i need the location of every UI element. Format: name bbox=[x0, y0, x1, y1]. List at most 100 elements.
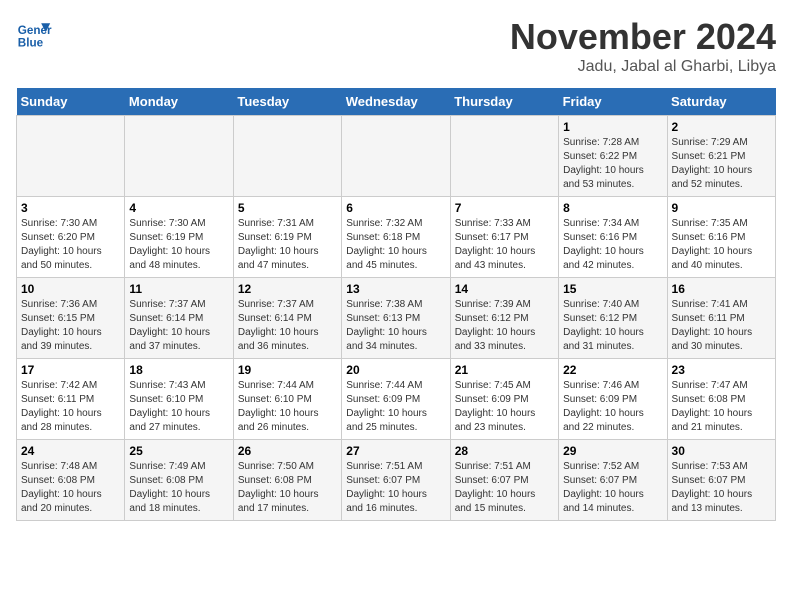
weekday-header: Wednesday bbox=[342, 88, 450, 116]
day-info: Sunrise: 7:47 AMSunset: 6:08 PMDaylight:… bbox=[672, 379, 771, 435]
day-info: Sunrise: 7:39 AMSunset: 6:12 PMDaylight:… bbox=[455, 298, 554, 354]
day-number: 3 bbox=[21, 201, 120, 215]
day-info: Sunrise: 7:41 AMSunset: 6:11 PMDaylight:… bbox=[672, 298, 771, 354]
day-number: 8 bbox=[563, 201, 662, 215]
day-number: 6 bbox=[346, 201, 445, 215]
calendar-cell: 10 Sunrise: 7:36 AMSunset: 6:15 PMDayligh… bbox=[17, 278, 125, 359]
calendar-cell: 22Sunrise: 7:46 AMSunset: 6:09 PMDayligh… bbox=[559, 359, 667, 440]
day-number: 1 bbox=[563, 120, 662, 134]
calendar-cell: 14 Sunrise: 7:39 AMSunset: 6:12 PMDayligh… bbox=[450, 278, 558, 359]
day-number: 15 bbox=[563, 282, 662, 296]
day-info: Sunrise: 7:42 AMSunset: 6:11 PMDaylight:… bbox=[21, 379, 120, 435]
day-info: Sunrise: 7:28 AMSunset: 6:22 PMDaylight:… bbox=[563, 136, 662, 192]
day-info: Sunrise: 7:30 AMSunset: 6:20 PMDaylight:… bbox=[21, 217, 120, 273]
weekday-header: Tuesday bbox=[233, 88, 341, 116]
weekday-header: Friday bbox=[559, 88, 667, 116]
calendar-cell: 20 Sunrise: 7:44 AMSunset: 6:09 PMDayligh… bbox=[342, 359, 450, 440]
day-info: Sunrise: 7:44 AMSunset: 6:10 PMDaylight:… bbox=[238, 379, 337, 435]
day-number: 24 bbox=[21, 444, 120, 458]
day-number: 26 bbox=[238, 444, 337, 458]
day-info: Sunrise: 7:49 AMSunset: 6:08 PMDaylight:… bbox=[129, 460, 228, 516]
day-info: Sunrise: 7:50 AMSunset: 6:08 PMDaylight:… bbox=[238, 460, 337, 516]
weekday-header-row: SundayMondayTuesdayWednesdayThursdayFrid… bbox=[17, 88, 776, 116]
calendar-cell: 19 Sunrise: 7:44 AMSunset: 6:10 PMDayligh… bbox=[233, 359, 341, 440]
day-number: 18 bbox=[129, 363, 228, 377]
calendar-cell: 4 Sunrise: 7:30 AMSunset: 6:19 PMDaylight… bbox=[125, 197, 233, 278]
calendar-cell: 21 Sunrise: 7:45 AMSunset: 6:09 PMDayligh… bbox=[450, 359, 558, 440]
calendar-cell: 17 Sunrise: 7:42 AMSunset: 6:11 PMDayligh… bbox=[17, 359, 125, 440]
calendar-cell: 8 Sunrise: 7:34 AMSunset: 6:16 PMDaylight… bbox=[559, 197, 667, 278]
calendar-cell: 2 Sunrise: 7:29 AMSunset: 6:21 PMDaylight… bbox=[667, 116, 775, 197]
day-number: 4 bbox=[129, 201, 228, 215]
calendar-cell: 7 Sunrise: 7:33 AMSunset: 6:17 PMDaylight… bbox=[450, 197, 558, 278]
day-info: Sunrise: 7:45 AMSunset: 6:09 PMDaylight:… bbox=[455, 379, 554, 435]
day-number: 21 bbox=[455, 363, 554, 377]
day-number: 5 bbox=[238, 201, 337, 215]
day-info: Sunrise: 7:34 AMSunset: 6:16 PMDaylight:… bbox=[563, 217, 662, 273]
weekday-header: Sunday bbox=[17, 88, 125, 116]
weekday-header: Thursday bbox=[450, 88, 558, 116]
day-info: Sunrise: 7:51 AMSunset: 6:07 PMDaylight:… bbox=[346, 460, 445, 516]
day-number: 10 bbox=[21, 282, 120, 296]
location-title: Jadu, Jabal al Gharbi, Libya bbox=[510, 58, 776, 76]
calendar-cell: 3 Sunrise: 7:30 AMSunset: 6:20 PMDaylight… bbox=[17, 197, 125, 278]
calendar-cell: 6Sunrise: 7:32 AMSunset: 6:18 PMDaylight… bbox=[342, 197, 450, 278]
calendar-week-row: 10 Sunrise: 7:36 AMSunset: 6:15 PMDayligh… bbox=[17, 278, 776, 359]
day-info: Sunrise: 7:38 AMSunset: 6:13 PMDaylight:… bbox=[346, 298, 445, 354]
month-title: November 2024 bbox=[510, 16, 776, 58]
calendar-cell: 25Sunrise: 7:49 AMSunset: 6:08 PMDayligh… bbox=[125, 440, 233, 521]
day-info: Sunrise: 7:52 AMSunset: 6:07 PMDaylight:… bbox=[563, 460, 662, 516]
page-header: General Blue November 2024 Jadu, Jabal a… bbox=[16, 16, 776, 76]
calendar-cell: 30Sunrise: 7:53 AMSunset: 6:07 PMDayligh… bbox=[667, 440, 775, 521]
day-info: Sunrise: 7:43 AMSunset: 6:10 PMDaylight:… bbox=[129, 379, 228, 435]
calendar-cell: 28 Sunrise: 7:51 AMSunset: 6:07 PMDayligh… bbox=[450, 440, 558, 521]
day-number: 7 bbox=[455, 201, 554, 215]
day-number: 17 bbox=[21, 363, 120, 377]
day-number: 19 bbox=[238, 363, 337, 377]
day-number: 16 bbox=[672, 282, 771, 296]
day-number: 22 bbox=[563, 363, 662, 377]
svg-text:Blue: Blue bbox=[18, 37, 44, 50]
day-info: Sunrise: 7:37 AMSunset: 6:14 PMDaylight:… bbox=[238, 298, 337, 354]
title-area: November 2024 Jadu, Jabal al Gharbi, Lib… bbox=[510, 16, 776, 76]
day-number: 2 bbox=[672, 120, 771, 134]
calendar-week-row: 1 Sunrise: 7:28 AMSunset: 6:22 PMDaylight… bbox=[17, 116, 776, 197]
calendar-cell: 24Sunrise: 7:48 AMSunset: 6:08 PMDayligh… bbox=[17, 440, 125, 521]
day-number: 9 bbox=[672, 201, 771, 215]
day-info: Sunrise: 7:40 AMSunset: 6:12 PMDaylight:… bbox=[563, 298, 662, 354]
day-info: Sunrise: 7:53 AMSunset: 6:07 PMDaylight:… bbox=[672, 460, 771, 516]
day-number: 28 bbox=[455, 444, 554, 458]
calendar-cell bbox=[450, 116, 558, 197]
day-info: Sunrise: 7:31 AMSunset: 6:19 PMDaylight:… bbox=[238, 217, 337, 273]
day-number: 27 bbox=[346, 444, 445, 458]
calendar-cell: 16 Sunrise: 7:41 AMSunset: 6:11 PMDayligh… bbox=[667, 278, 775, 359]
day-number: 20 bbox=[346, 363, 445, 377]
day-info: Sunrise: 7:44 AMSunset: 6:09 PMDaylight:… bbox=[346, 379, 445, 435]
day-info: Sunrise: 7:33 AMSunset: 6:17 PMDaylight:… bbox=[455, 217, 554, 273]
day-info: Sunrise: 7:29 AMSunset: 6:21 PMDaylight:… bbox=[672, 136, 771, 192]
day-number: 11 bbox=[129, 282, 228, 296]
calendar-cell: 18 Sunrise: 7:43 AMSunset: 6:10 PMDayligh… bbox=[125, 359, 233, 440]
calendar-cell: 29Sunrise: 7:52 AMSunset: 6:07 PMDayligh… bbox=[559, 440, 667, 521]
day-number: 12 bbox=[238, 282, 337, 296]
calendar-cell bbox=[17, 116, 125, 197]
day-number: 14 bbox=[455, 282, 554, 296]
calendar-cell: 5 Sunrise: 7:31 AMSunset: 6:19 PMDaylight… bbox=[233, 197, 341, 278]
day-info: Sunrise: 7:36 AMSunset: 6:15 PMDaylight:… bbox=[21, 298, 120, 354]
weekday-header: Monday bbox=[125, 88, 233, 116]
calendar-week-row: 17 Sunrise: 7:42 AMSunset: 6:11 PMDayligh… bbox=[17, 359, 776, 440]
day-number: 13 bbox=[346, 282, 445, 296]
day-info: Sunrise: 7:35 AMSunset: 6:16 PMDaylight:… bbox=[672, 217, 771, 273]
logo-icon: General Blue bbox=[16, 16, 52, 52]
weekday-header: Saturday bbox=[667, 88, 775, 116]
day-number: 23 bbox=[672, 363, 771, 377]
calendar-cell bbox=[233, 116, 341, 197]
calendar-week-row: 24Sunrise: 7:48 AMSunset: 6:08 PMDayligh… bbox=[17, 440, 776, 521]
calendar-week-row: 3 Sunrise: 7:30 AMSunset: 6:20 PMDaylight… bbox=[17, 197, 776, 278]
day-info: Sunrise: 7:51 AMSunset: 6:07 PMDaylight:… bbox=[455, 460, 554, 516]
logo: General Blue bbox=[16, 16, 52, 52]
calendar-cell: 1 Sunrise: 7:28 AMSunset: 6:22 PMDaylight… bbox=[559, 116, 667, 197]
calendar-cell: 13 Sunrise: 7:38 AMSunset: 6:13 PMDayligh… bbox=[342, 278, 450, 359]
day-info: Sunrise: 7:30 AMSunset: 6:19 PMDaylight:… bbox=[129, 217, 228, 273]
calendar-cell: 27 Sunrise: 7:51 AMSunset: 6:07 PMDayligh… bbox=[342, 440, 450, 521]
